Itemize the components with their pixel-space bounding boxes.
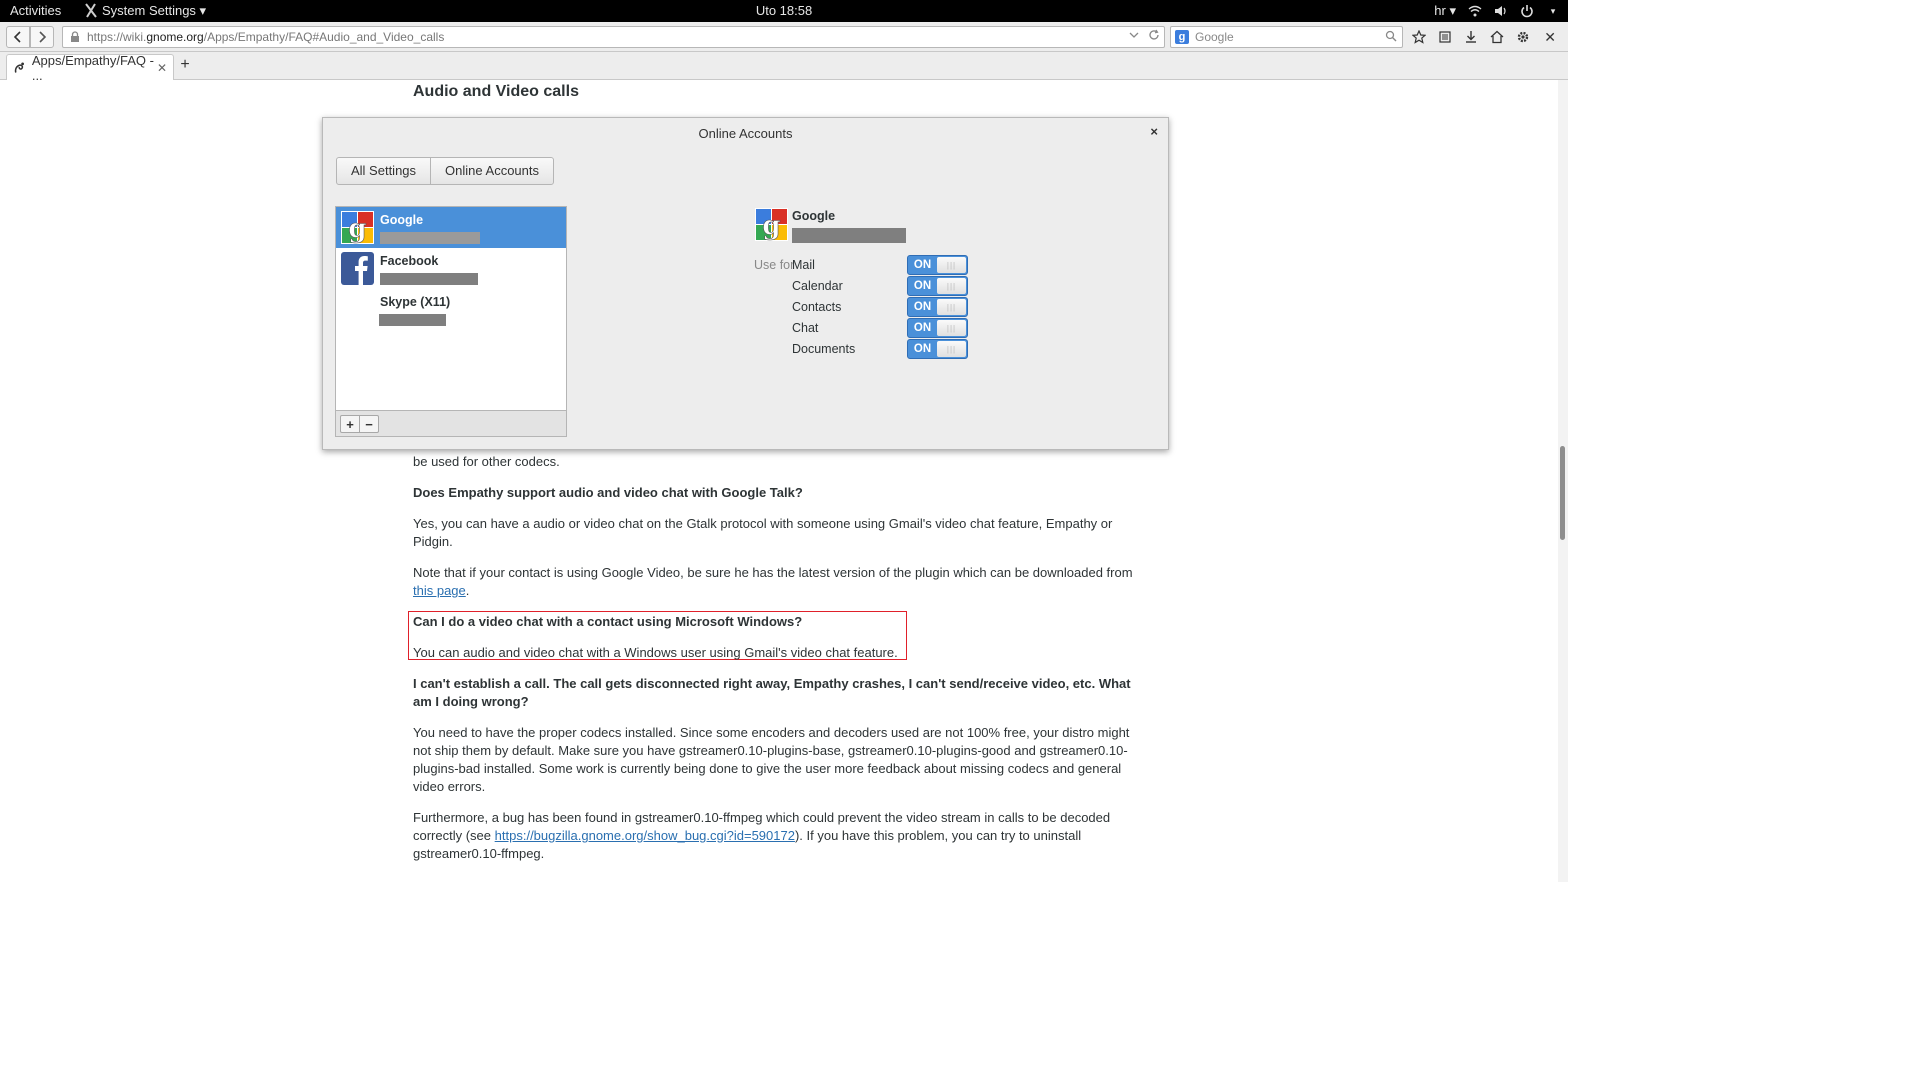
service-label-calendar: Calendar (792, 279, 843, 293)
all-settings-button[interactable]: All Settings (337, 158, 432, 184)
downloads-icon[interactable] (1462, 28, 1480, 46)
section-title: Audio and Video calls (413, 83, 579, 100)
answer-windows: You can audio and video chat with a Wind… (413, 645, 898, 660)
account-list-toolbar: + − (335, 411, 567, 437)
breadcrumb: All Settings Online Accounts (336, 157, 554, 185)
facebook-logo-icon (341, 252, 374, 285)
question-google-talk: Does Empathy support audio and video cha… (413, 485, 803, 500)
search-input[interactable]: g Google (1170, 26, 1403, 48)
toggle-knob[interactable]: ||| (937, 278, 966, 294)
page-scrollbar[interactable] (1558, 80, 1568, 882)
language-indicator[interactable]: hr ▾ (1434, 3, 1456, 19)
app-menu-label: System Settings ▾ (102, 3, 207, 18)
question-call-problems: I can't establish a call. The call gets … (413, 676, 1131, 709)
online-accounts-button[interactable]: Online Accounts (431, 158, 553, 184)
gnome-top-bar: Activities System Settings ▾ Uto 18:58 h… (0, 0, 1568, 22)
settings-app-icon (85, 3, 97, 18)
tab-title: Apps/Empathy/FAQ - ... (31, 52, 154, 83)
account-name: Facebook (380, 254, 439, 268)
google-search-engine-icon[interactable]: g (1175, 30, 1189, 44)
toggle-state: ON (913, 280, 932, 292)
bugzilla-link[interactable]: https://bugzilla.gnome.org/show_bug.cgi?… (495, 828, 795, 843)
redacted-account-id (792, 228, 906, 243)
this-page-link[interactable]: this page (413, 583, 466, 598)
answer-codecs: You need to have the proper codecs insta… (413, 725, 1130, 794)
add-account-button[interactable]: + (340, 415, 360, 433)
gear-icon[interactable] (1514, 28, 1532, 46)
account-item-google[interactable]: g Google (336, 207, 566, 248)
bookmark-star-icon[interactable] (1410, 28, 1428, 46)
forward-button[interactable] (30, 26, 54, 48)
tab-bar: Apps/Empathy/FAQ - ... ✕ + (0, 52, 1568, 83)
activities-button[interactable]: Activities (10, 3, 61, 18)
scrollbar-thumb[interactable] (1560, 446, 1565, 540)
toggle-state: ON (913, 322, 932, 334)
toggle-state: ON (913, 343, 932, 355)
question-windows: Can I do a video chat with a contact usi… (413, 614, 803, 629)
lock-icon (71, 31, 79, 42)
close-window-icon[interactable]: ✕ (1544, 29, 1556, 46)
use-for-label: Use for (754, 258, 795, 272)
tab-empathy-faq[interactable]: Apps/Empathy/FAQ - ... ✕ (6, 52, 174, 83)
remove-account-button[interactable]: − (359, 415, 379, 433)
back-button[interactable] (6, 26, 30, 48)
new-tab-button[interactable]: + (178, 56, 192, 74)
answer-google-talk: Yes, you can have a audio or video chat … (413, 516, 1113, 549)
account-item-skype[interactable]: Skype (X11) (336, 289, 566, 330)
service-label-documents: Documents (792, 342, 856, 356)
answer-google-video-text: Note that if your contact is using Googl… (413, 565, 1133, 580)
search-placeholder: Google (1195, 30, 1234, 44)
search-icon[interactable] (1385, 30, 1397, 45)
account-name: Skype (X11) (380, 295, 451, 309)
account-item-facebook[interactable]: Facebook (336, 248, 566, 289)
service-label-chat: Chat (792, 321, 819, 335)
google-logo-icon: g (341, 211, 374, 244)
chat-toggle[interactable]: ON ||| (907, 318, 968, 338)
url-path: /Apps/Empathy/FAQ#Audio_and_Video_calls (203, 30, 445, 44)
dialog-title: Online Accounts (698, 126, 793, 141)
answer-ffmpeg-bug: Furthermore, a bug has been found in gst… (413, 809, 1148, 863)
toggle-state: ON (913, 259, 932, 271)
contacts-toggle[interactable]: ON ||| (907, 297, 968, 317)
clock[interactable]: Uto 18:58 (756, 3, 812, 18)
url-host: gnome.org (146, 30, 204, 44)
toggle-knob[interactable]: ||| (937, 299, 966, 315)
google-logo-icon: g (755, 208, 788, 241)
volume-icon[interactable] (1494, 4, 1508, 18)
home-icon[interactable] (1488, 28, 1506, 46)
bookmarks-menu-icon[interactable] (1436, 28, 1454, 46)
close-icon[interactable]: × (1150, 124, 1158, 139)
detail-account-name: Google (792, 209, 836, 223)
answer-google-video: Note that if your contact is using Googl… (413, 565, 1133, 598)
reload-icon[interactable] (1148, 29, 1160, 44)
redacted-account-id (379, 314, 446, 326)
wifi-icon[interactable] (1468, 4, 1482, 18)
account-name: Google (380, 213, 424, 227)
toggle-knob[interactable]: ||| (937, 320, 966, 336)
toggle-state: ON (913, 301, 932, 313)
toggle-knob[interactable]: ||| (937, 341, 966, 357)
gnome-favicon-icon (14, 62, 24, 73)
paragraph-partial: be used for other codecs. (413, 454, 560, 469)
calendar-toggle[interactable]: ON ||| (907, 276, 968, 296)
documents-toggle[interactable]: ON ||| (907, 339, 968, 359)
redacted-account-id (380, 273, 478, 285)
service-label-contacts: Contacts (792, 300, 842, 314)
url-bar[interactable]: https://wiki. gnome.org/Apps/Empathy/FAQ#… (62, 26, 1165, 48)
toggle-knob[interactable]: ||| (937, 257, 966, 273)
account-list: g Google Facebook Skype (X11) (335, 206, 567, 411)
url-prefix: https://wiki. (87, 30, 147, 44)
power-icon[interactable] (1520, 4, 1534, 18)
redacted-account-id (380, 232, 480, 244)
service-label-mail: Mail (792, 258, 815, 272)
app-menu[interactable]: System Settings ▾ (84, 3, 206, 19)
svg-text:g: g (348, 214, 366, 244)
url-dropdown-icon[interactable] (1128, 29, 1140, 44)
system-menu-arrow-icon[interactable]: ▾ (1546, 4, 1560, 18)
svg-text:g: g (762, 211, 780, 241)
browser-navigation-bar: https://wiki. gnome.org/Apps/Empathy/FAQ#… (0, 22, 1568, 52)
close-tab-icon[interactable]: ✕ (157, 61, 167, 75)
online-accounts-dialog: Online Accounts × All Settings Online Ac… (322, 117, 1169, 450)
mail-toggle[interactable]: ON ||| (907, 255, 968, 275)
